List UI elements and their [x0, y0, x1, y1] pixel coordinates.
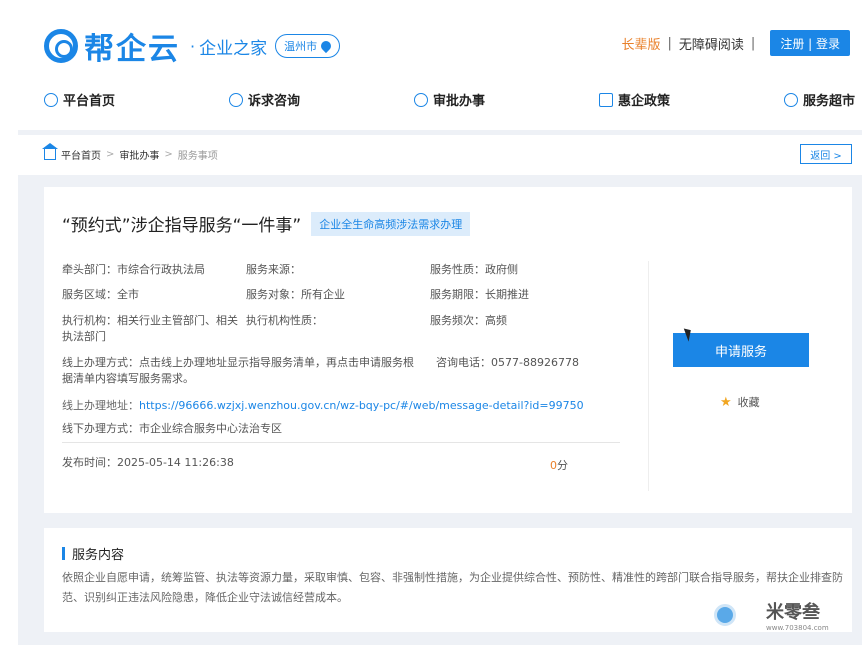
watermark-text: 米零叁 www.703804.com	[766, 598, 829, 632]
login-register-button[interactable]: 注册 | 登录	[770, 30, 850, 56]
online-address-label: 线上办理地址：	[62, 399, 139, 412]
online-address-link[interactable]: https://96666.wzjxj.wenzhou.gov.cn/wz-bq…	[139, 399, 584, 412]
page-title: “预约式”涉企指导服务“一件事”	[62, 216, 302, 236]
breadcrumb: 平台首页 > 审批办事 > 服务事项	[42, 143, 218, 162]
nav-item-label: 惠企政策	[618, 94, 671, 109]
logo-separator: ·	[190, 36, 196, 56]
executing-agency: 执行机构：相关行业主管部门、相关执法部门	[62, 314, 238, 343]
watermark-name: 米零叁	[766, 602, 820, 623]
header-divider-2: |	[750, 35, 756, 51]
online-address: 线上办理地址：https://96666.wzjxj.wenzhou.gov.c…	[62, 398, 584, 414]
watermark-logo-icon	[690, 598, 760, 632]
breadcrumb-bar: 平台首页 > 审批办事 > 服务事项 返回 >	[18, 135, 862, 175]
service-target: 服务对象：所有企业	[246, 288, 345, 301]
breadcrumb-separator: >	[164, 149, 173, 160]
breadcrumb-approval[interactable]: 审批办事	[119, 147, 159, 162]
elder-mode-link[interactable]: 长辈版	[622, 34, 661, 53]
document-icon	[599, 92, 613, 107]
breadcrumb-current: 服务事项	[177, 151, 218, 162]
service-detail-card: “预约式”涉企指导服务“一件事” 企业全生命高频涉法需求办理 牵头部门：市综合行…	[44, 187, 852, 513]
publish-time: 发布时间：2025-05-14 11:26:38	[62, 456, 234, 469]
nav-item-market[interactable]: 服务超市	[784, 90, 855, 109]
online-method: 线上办理方式：点击线上办理地址显示指导服务清单，再点击申请服务根据清单内容填写服…	[62, 356, 414, 385]
nav-item-label: 诉求咨询	[248, 94, 301, 109]
favorite-button[interactable]: ★ 收藏	[720, 394, 760, 410]
nav-item-label: 平台首页	[63, 94, 116, 109]
star-icon: ★	[720, 394, 732, 410]
person-icon	[414, 92, 428, 107]
nav-item-approval[interactable]: 审批办事	[414, 90, 485, 109]
breadcrumb-home[interactable]: 平台首页	[61, 147, 101, 162]
favorite-label: 收藏	[737, 396, 760, 409]
score-number: 0	[550, 459, 557, 472]
consult-phone: 咨询电话：0577-88926778	[436, 356, 579, 369]
service-nature: 服务性质：政府侧	[430, 263, 518, 276]
service-frequency: 服务频次：高频	[430, 314, 507, 327]
section-title: 服务内容	[62, 544, 124, 563]
offline-method: 线下办理方式：市企业综合服务中心法治专区	[62, 422, 282, 435]
nav-item-consult[interactable]: 诉求咨询	[229, 90, 300, 109]
service-source: 服务来源：	[246, 263, 301, 276]
location-pin-icon	[319, 38, 334, 54]
back-button[interactable]: 返回 >	[800, 144, 852, 164]
rating-score: 0分	[550, 457, 568, 473]
nav-item-policy[interactable]: 惠企政策	[599, 90, 670, 109]
chat-icon	[229, 92, 243, 107]
logo-text: 帮企云	[84, 32, 180, 67]
city-selector[interactable]: 温州市	[275, 34, 341, 58]
watermark: 米零叁 www.703804.com	[690, 598, 829, 632]
nav-item-home[interactable]: 平台首页	[44, 90, 115, 109]
service-period: 服务期限：长期推进	[430, 288, 529, 301]
header-actions: 长辈版 | 无障碍阅读 | 注册 | 登录	[622, 30, 850, 56]
shop-icon	[784, 92, 798, 107]
main-nav: 平台首页 诉求咨询 审批办事 惠企政策 服务超市	[0, 80, 862, 130]
cloud-logo-icon	[44, 29, 78, 63]
nav-item-label: 审批办事	[433, 94, 486, 109]
header-divider: |	[667, 35, 672, 51]
breadcrumb-separator: >	[106, 149, 115, 160]
divider	[62, 442, 620, 443]
site-logo[interactable]: 帮企云 · 企业之家 温州市	[44, 24, 341, 68]
accessibility-link[interactable]: 无障碍阅读	[679, 34, 744, 53]
watermark-url: www.703804.com	[766, 624, 829, 632]
home-icon	[44, 92, 58, 107]
nav-item-label: 服务超市	[803, 94, 856, 109]
lead-department: 牵头部门：市综合行政执法局	[62, 263, 205, 276]
title-row: “预约式”涉企指导服务“一件事” 企业全生命高频涉法需求办理	[62, 211, 471, 236]
vertical-divider	[648, 261, 649, 491]
category-tag: 企业全生命高频涉法需求办理	[311, 211, 471, 236]
service-area: 服务区域：全市	[62, 288, 139, 301]
home-icon	[42, 143, 58, 160]
logo-subtitle: 企业之家	[199, 38, 268, 59]
city-label: 温州市	[284, 40, 318, 53]
site-header: 帮企云 · 企业之家 温州市 长辈版 | 无障碍阅读 | 注册 | 登录	[0, 0, 862, 80]
executing-agency-nature: 执行机构性质：	[246, 314, 323, 327]
score-unit: 分	[557, 459, 568, 472]
